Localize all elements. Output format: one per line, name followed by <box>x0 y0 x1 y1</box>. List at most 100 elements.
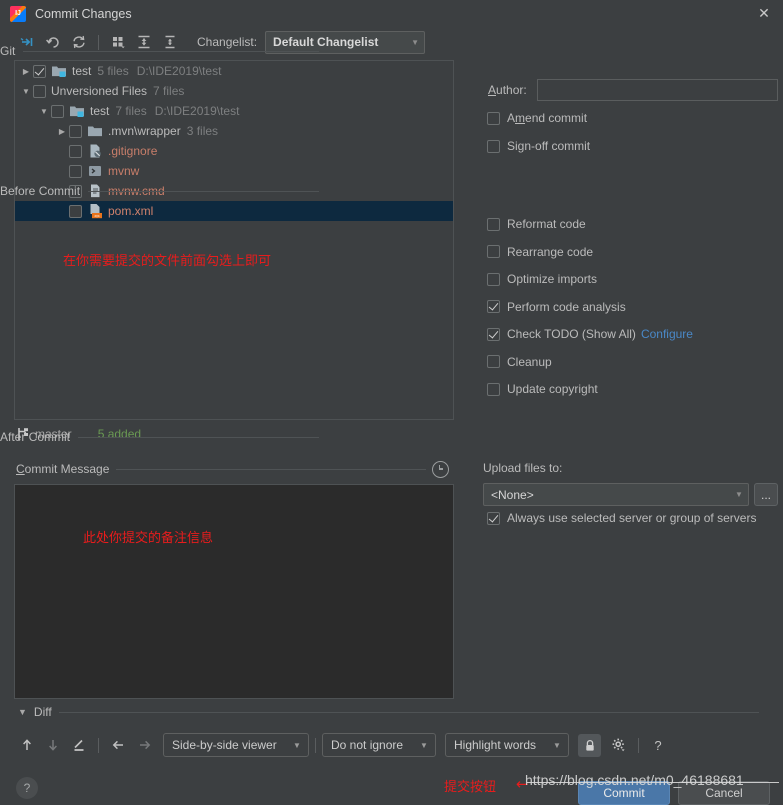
before-commit-title: Before Commit <box>0 184 81 198</box>
before-commit-checkbox-4[interactable]: Check TODO (Show All) Configure <box>487 327 693 341</box>
chevron-down-icon[interactable]: ▼ <box>19 87 33 96</box>
question-mark-icon[interactable]: ? <box>645 733 671 757</box>
configure-link[interactable]: Configure <box>641 327 693 341</box>
row-label: .mvn\wrapper <box>108 124 181 138</box>
diff-header[interactable]: ▼ Diff <box>18 705 759 719</box>
checkbox-box <box>487 382 500 396</box>
after-commit-title: After Commit <box>0 430 71 444</box>
section-divider <box>23 50 319 52</box>
upload-target-select[interactable]: <None> ▼ <box>483 483 749 506</box>
always-use-server-checkbox[interactable]: Always use selected server or group of s… <box>487 511 756 525</box>
row-checkbox[interactable] <box>33 64 46 78</box>
checkbox-box <box>487 245 500 258</box>
diff-title: Diff <box>33 705 52 719</box>
before-commit-label: Update copyright <box>507 382 598 396</box>
before-commit-label: Cleanup <box>507 354 552 369</box>
chevron-right-icon[interactable]: ▶ <box>19 67 33 76</box>
git-section-title: Git <box>0 44 16 58</box>
next-difference-icon[interactable] <box>40 733 66 757</box>
before-commit-label: Rearrange code <box>507 244 594 259</box>
before-commit-checkbox-6[interactable]: Update copyright <box>487 382 598 396</box>
before-commit-header: Before Commit <box>0 184 321 198</box>
row-label: Unversioned Files <box>51 84 148 98</box>
tree-row[interactable]: .gitignore <box>15 141 453 161</box>
git-section-header: Git <box>0 44 321 58</box>
chevron-down-icon: ▼ <box>411 37 419 47</box>
row-label: .gitignore <box>108 144 158 158</box>
header-divider <box>116 468 426 470</box>
tree-row[interactable]: ▶ test 5 files D:\IDE2019\test <box>15 61 453 81</box>
before-commit-checkbox-2[interactable]: Optimize imports <box>487 272 597 286</box>
diff-separator <box>98 737 99 753</box>
after-commit-header: After Commit <box>0 430 321 444</box>
author-field-row: Author: <box>488 79 778 101</box>
diff-viewer-select[interactable]: Side-by-side viewer ▼ <box>163 733 309 757</box>
amend-commit-checkbox[interactable]: Amend commit <box>487 111 587 125</box>
before-commit-checkbox-1[interactable]: Rearrange code <box>487 245 593 259</box>
checkbox-box <box>487 355 500 368</box>
section-divider <box>88 190 319 192</box>
diff-ignore-select[interactable]: Do not ignore ▼ <box>322 733 436 757</box>
author-label: Author: <box>488 83 527 97</box>
lock-icon[interactable] <box>578 733 601 757</box>
author-input[interactable] <box>536 79 778 101</box>
row-file-count: 7 files <box>153 84 185 98</box>
row-checkbox[interactable] <box>69 124 82 138</box>
checkbox-box <box>487 511 500 525</box>
before-commit-checkbox-3[interactable]: Perform code analysis <box>487 300 626 314</box>
signoff-commit-checkbox[interactable]: Sign-off commit <box>487 139 590 153</box>
diff-separator-3 <box>638 737 639 753</box>
upload-files-label: Upload files to: <box>483 461 563 475</box>
row-checkbox[interactable] <box>69 144 82 158</box>
signoff-commit-label: Sign-off commit <box>507 139 591 153</box>
commit-button-annotation: 提交按钮 <box>444 780 497 795</box>
chevron-down-icon: ▼ <box>735 490 743 499</box>
intellij-idea-icon <box>10 5 26 22</box>
tree-row[interactable]: ▶ .mvn\wrapper 3 files <box>15 121 453 141</box>
chevron-right-icon[interactable]: ▶ <box>55 127 69 136</box>
browse-button[interactable]: ... <box>754 483 778 506</box>
row-label: test <box>90 104 110 118</box>
row-path: D:\IDE2019\test <box>154 104 240 118</box>
watermark-strike <box>527 782 779 783</box>
gitignore-file-icon <box>87 143 103 159</box>
before-commit-checkbox-5[interactable]: Cleanup <box>487 355 552 369</box>
annotate-icon[interactable] <box>66 733 92 757</box>
before-commit-checkbox-0[interactable]: Reformat code <box>487 217 586 231</box>
previous-difference-icon[interactable] <box>14 733 40 757</box>
row-label: test <box>72 64 92 78</box>
row-file-count: 7 files <box>115 104 147 118</box>
tree-row[interactable]: ▼ test 7 files D:\IDE2019\test <box>15 101 453 121</box>
row-checkbox[interactable] <box>69 204 82 218</box>
chevron-down-icon: ▼ <box>293 740 301 750</box>
before-commit-label: Check TODO (Show All) <box>507 327 636 341</box>
changes-tree[interactable]: ▶ test 5 files D:\IDE2019\test ▼ Unversioned … <box>14 60 454 420</box>
row-checkbox[interactable] <box>69 164 82 178</box>
diff-divider <box>58 711 759 713</box>
checkbox-box <box>487 111 500 125</box>
chevron-down-icon: ▼ <box>18 707 27 717</box>
checkbox-box <box>487 139 500 153</box>
section-divider <box>78 436 319 438</box>
tree-row[interactable]: <> pom.xml <box>15 201 453 221</box>
tree-row[interactable]: mvnw <box>15 161 453 181</box>
chevron-down-icon[interactable]: ▼ <box>37 107 51 116</box>
close-icon[interactable]: ✕ <box>745 0 783 27</box>
diff-ignore-value: Do not ignore <box>331 738 404 752</box>
gear-icon[interactable] <box>606 733 632 757</box>
tree-row[interactable]: ▼ Unversioned Files 7 files <box>15 81 453 101</box>
help-button[interactable]: ? <box>16 777 38 799</box>
chevron-down-icon: ▼ <box>553 740 561 750</box>
diff-highlight-select[interactable]: Highlight words ▼ <box>445 733 569 757</box>
next-file-icon[interactable] <box>131 733 157 757</box>
row-checkbox[interactable] <box>51 104 64 118</box>
diff-separator-2 <box>315 737 316 753</box>
previous-file-icon[interactable] <box>105 733 131 757</box>
checkbox-box <box>487 300 500 313</box>
module-folder-icon <box>69 103 85 119</box>
commit-message-input[interactable]: 此处你提交的备注信息 <box>14 484 454 699</box>
row-checkbox[interactable] <box>33 84 46 98</box>
clock-history-icon[interactable] <box>432 461 449 478</box>
checkbox-box <box>487 272 500 286</box>
before-commit-label: Reformat code <box>507 217 586 231</box>
